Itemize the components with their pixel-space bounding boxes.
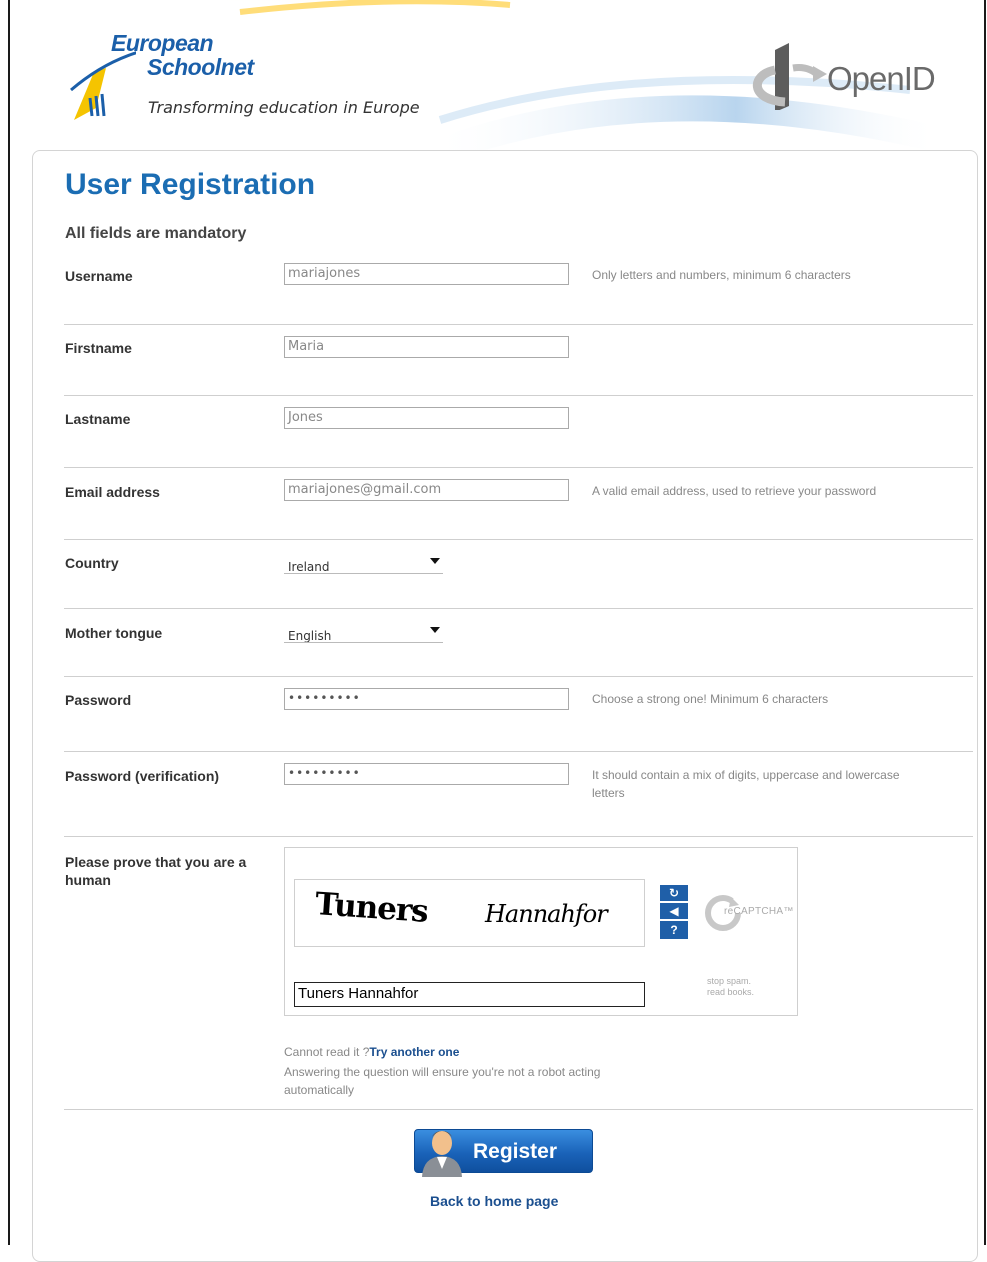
separator: [64, 539, 973, 540]
lastname-label: Lastname: [65, 411, 131, 427]
register-button[interactable]: Register: [414, 1129, 593, 1177]
separator: [64, 676, 973, 677]
separator: [64, 751, 973, 752]
email-input[interactable]: mariajones@gmail.com: [284, 479, 569, 501]
site-header: European Schoolnet Transforming educatio…: [10, 0, 984, 155]
brand-tagline: Transforming education in Europe: [148, 98, 420, 117]
firstname-label: Firstname: [65, 340, 132, 356]
refresh-icon: ↻: [668, 886, 680, 900]
select-underline: [284, 642, 443, 643]
email-label: Email address: [65, 484, 160, 500]
openid-text: OpenID: [827, 60, 936, 97]
captcha-refresh-button[interactable]: ↻: [660, 885, 688, 901]
openid-icon: [753, 43, 827, 110]
openid-logo: OpenID: [745, 40, 955, 110]
stop-spam-line2: read books.: [707, 987, 755, 997]
captcha-word-1: Tuners: [313, 886, 429, 930]
password-hint: Choose a strong one! Minimum 6 character…: [592, 692, 829, 706]
username-label: Username: [65, 268, 133, 284]
separator: [64, 1109, 973, 1110]
country-label: Country: [65, 555, 119, 571]
mother-tongue-select-value: English: [288, 629, 332, 643]
chevron-down-icon: [430, 558, 440, 564]
brand-name-line1: European: [111, 30, 214, 56]
select-underline: [284, 573, 443, 574]
window-right-border: [984, 0, 986, 1245]
try-another-link[interactable]: Try another one: [369, 1045, 459, 1059]
username-hint: Only letters and numbers, minimum 6 char…: [592, 268, 851, 282]
recaptcha-logo-text: reCAPTCHA™: [724, 906, 794, 917]
separator: [64, 836, 973, 837]
password-verification-input[interactable]: •••••••••: [284, 763, 569, 785]
mother-tongue-select[interactable]: English: [284, 621, 443, 643]
email-hint: A valid email address, used to retrieve …: [592, 484, 877, 498]
star-logo-icon: [70, 51, 136, 120]
window-left-border: [8, 0, 10, 1245]
page-title: User Registration: [65, 168, 316, 201]
username-input[interactable]: mariajones: [284, 263, 569, 285]
mandatory-note: All fields are mandatory: [65, 225, 247, 242]
captcha-image: Tuners Hannahfor: [294, 879, 645, 947]
country-select-value: Ireland: [288, 560, 330, 574]
captcha-explanation: Answering the question will ensure you'r…: [284, 1065, 601, 1097]
lastname-input[interactable]: Jones: [284, 407, 569, 429]
password-verification-hint: It should contain a mix of digits, upper…: [592, 768, 900, 800]
stop-spam-line1: stop spam.: [707, 976, 752, 986]
help-icon: ?: [670, 923, 678, 937]
captcha-word-2: Hannahfor: [485, 900, 608, 928]
separator: [64, 395, 973, 396]
speaker-icon: ◀: [669, 904, 679, 918]
register-button-label: Register: [473, 1140, 558, 1163]
separator: [64, 324, 973, 325]
european-schoolnet-logo[interactable]: [64, 0, 504, 140]
cannot-read-label: Cannot read it ?: [284, 1045, 370, 1059]
cannot-read-text: Cannot read it ?Try another one: [284, 1045, 459, 1059]
password-input[interactable]: •••••••••: [284, 688, 569, 710]
chevron-down-icon: [430, 627, 440, 633]
firstname-input[interactable]: Maria: [284, 336, 569, 358]
captcha-response-input[interactable]: Tuners Hannahfor: [294, 982, 645, 1007]
captcha-help-button[interactable]: ?: [660, 921, 688, 939]
country-select[interactable]: Ireland: [284, 552, 443, 574]
captcha-label: Please prove that you are a human: [65, 854, 247, 888]
password-verification-label: Password (verification): [65, 768, 220, 784]
mother-tongue-label: Mother tongue: [65, 625, 163, 641]
separator: [64, 467, 973, 468]
password-label: Password: [65, 692, 132, 708]
back-to-home-link[interactable]: Back to home page: [430, 1193, 558, 1209]
brand-name-line2: Schoolnet: [147, 54, 254, 80]
user-icon: [422, 1131, 462, 1177]
captcha-audio-button[interactable]: ◀: [660, 903, 688, 919]
stop-spam-text: stop spam. read books.: [707, 976, 754, 998]
separator: [64, 608, 973, 609]
